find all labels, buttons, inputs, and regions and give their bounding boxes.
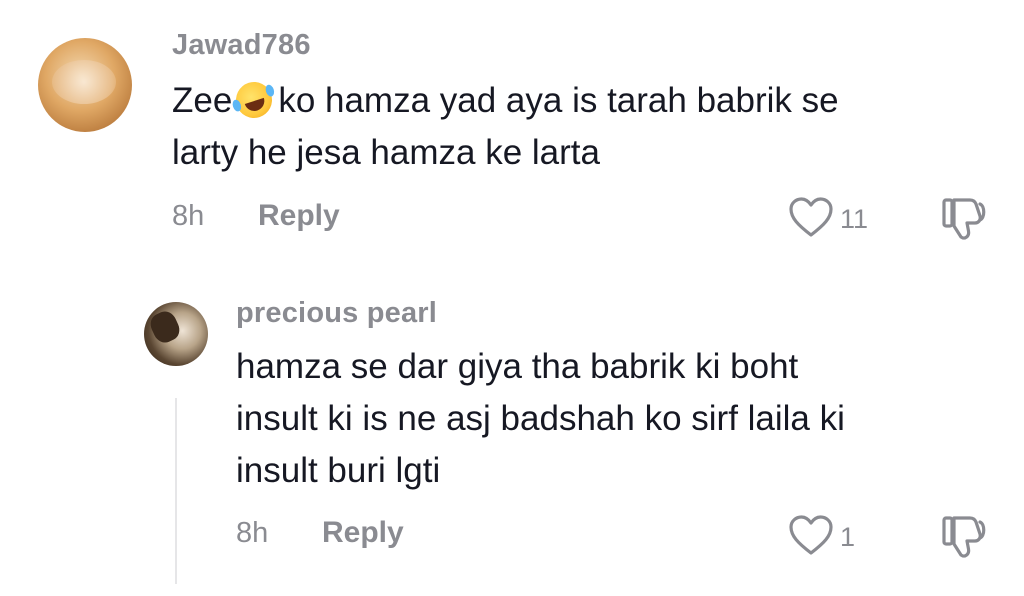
like-count: 1 xyxy=(840,522,856,552)
comment-text-line: insult buri lgti xyxy=(236,451,441,490)
reply-button[interactable]: Reply xyxy=(322,516,404,550)
like-count: 11 xyxy=(840,204,869,234)
dislike-button[interactable] xyxy=(940,196,988,247)
avatar-image xyxy=(52,60,116,104)
dislike-button[interactable] xyxy=(940,514,988,565)
heart-icon xyxy=(788,196,834,243)
like-button[interactable]: 1 xyxy=(788,514,855,561)
thumbs-down-icon xyxy=(940,198,988,246)
comment-username[interactable]: precious pearl xyxy=(236,297,437,330)
comment-timestamp: 8h xyxy=(172,200,205,232)
comment-timestamp: 8h xyxy=(236,517,269,549)
heart-icon xyxy=(788,514,834,561)
thumbs-down-icon xyxy=(940,516,988,564)
comment-text-line: hamza se dar giya tha babrik ki boht xyxy=(236,347,799,386)
rolling-on-floor-laughing-emoji-icon xyxy=(231,77,277,123)
comment-text-segment: Zee xyxy=(172,81,233,120)
avatar-image xyxy=(146,307,184,347)
comment-text-line: insult ki is ne asj badshah ko sirf lail… xyxy=(236,399,845,438)
comment-text-segment: ko hamza yad aya is tarah babrik se xyxy=(278,81,839,120)
reply-button[interactable]: Reply xyxy=(258,199,340,233)
avatar[interactable] xyxy=(144,302,208,366)
like-button[interactable]: 11 xyxy=(788,196,868,243)
comment-text-line: Zee ko hamza yad aya is tarah babrik se xyxy=(172,74,839,128)
comment-username[interactable]: Jawad786 xyxy=(172,29,311,62)
reply-thread-line xyxy=(175,398,177,584)
comment-text-line: larty he jesa hamza ke larta xyxy=(172,133,600,172)
avatar[interactable] xyxy=(38,38,132,132)
